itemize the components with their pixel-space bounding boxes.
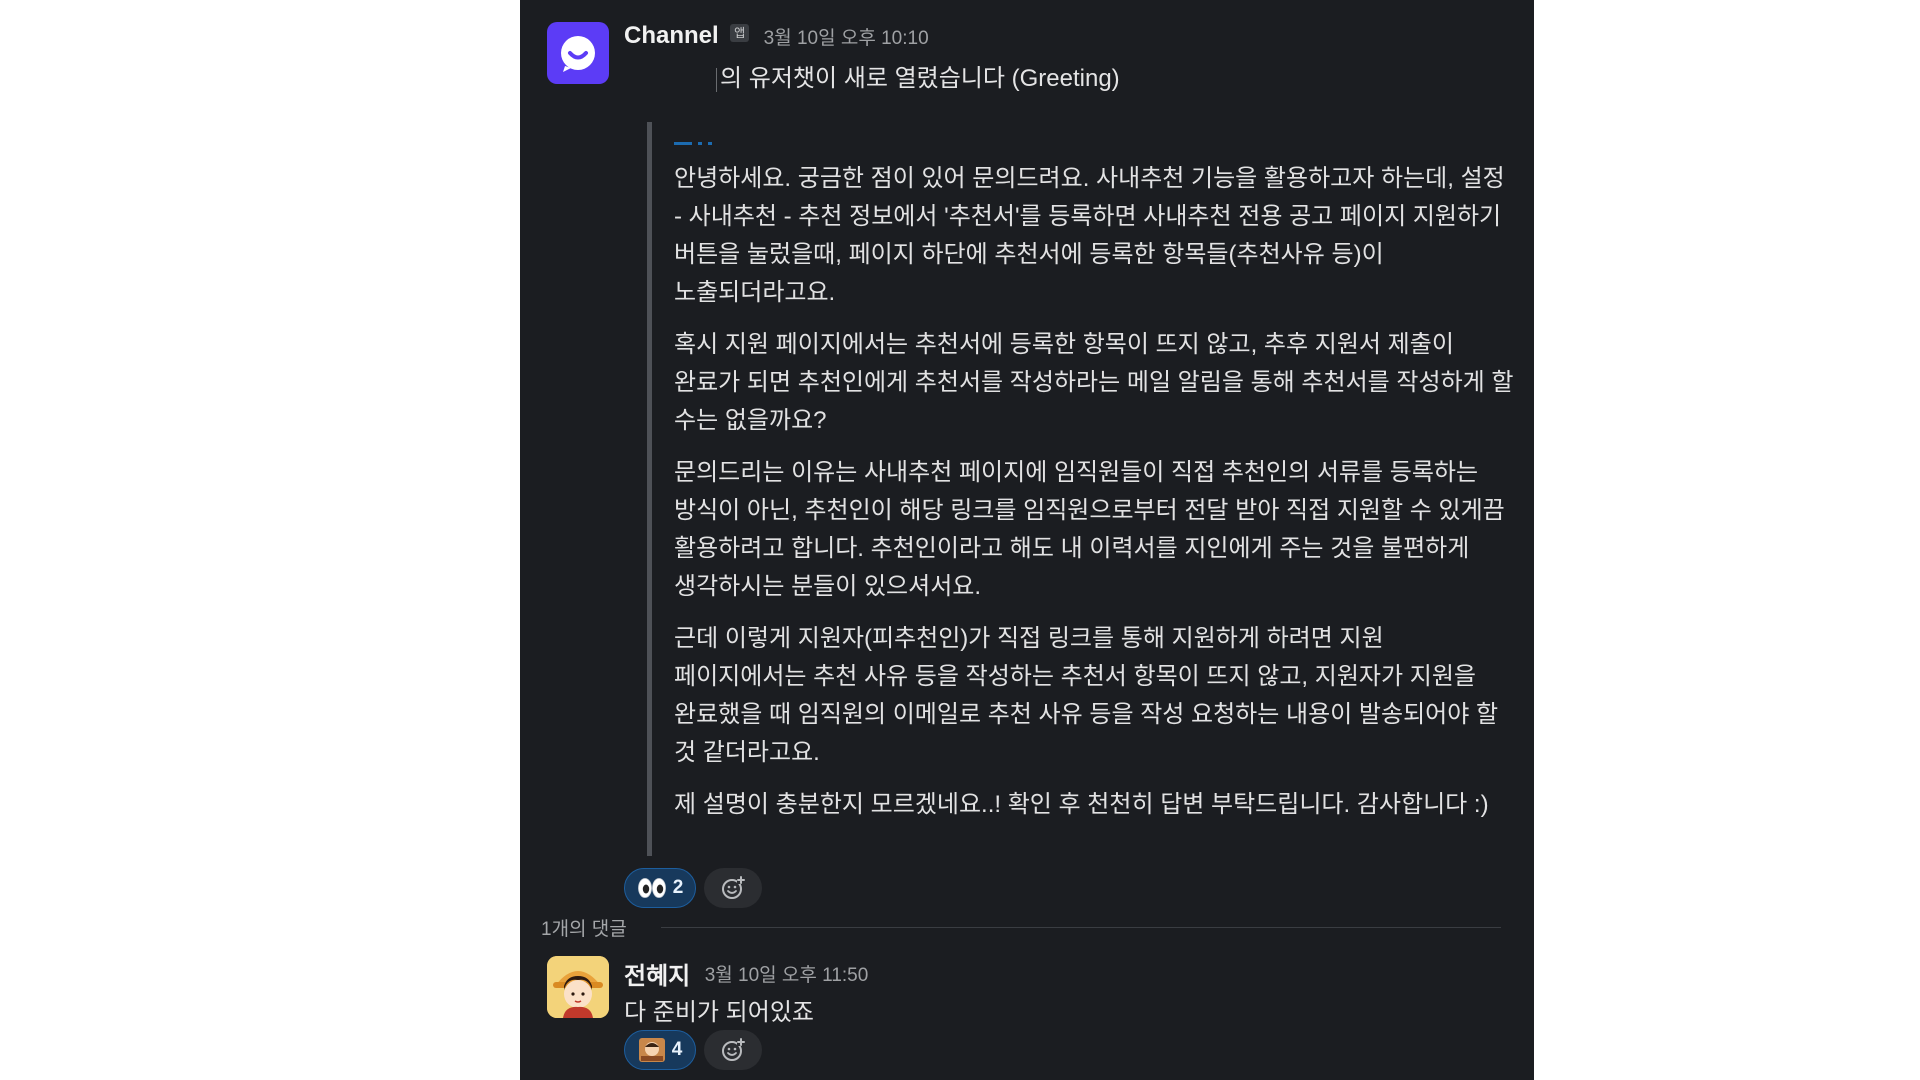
add-emoji-icon (722, 1038, 745, 1061)
channel-app-avatar[interactable] (547, 22, 609, 84)
quote-paragraph: 안녕하세요. 궁금한 점이 있어 문의드려요. 사내추천 기능을 활용하고자 하… (674, 165, 1505, 306)
user-avatar-icon (547, 956, 609, 1018)
quote-paragraph: 혹시 지원 페이지에서는 추천서에 등록한 항목이 뜨지 않고, 추후 지원서 … (674, 331, 1514, 434)
reply-text: 다 준비가 되어있죠 (624, 999, 814, 1026)
reaction-count: 2 (672, 877, 684, 898)
reply-timestamp[interactable]: 3월 10일 오후 11:50 (705, 965, 869, 986)
eyes-emoji-icon (637, 878, 666, 898)
quote-paragraph: 문의드리는 이유는 사내추천 페이지에 임직원들이 직접 추천인의 서류를 등록… (674, 459, 1505, 600)
add-reaction-button[interactable] (704, 1030, 762, 1070)
quote-paragraph: 근데 이렇게 지원자(피추천인)가 직접 링크를 통해 지원하게 하려면 지원 … (674, 625, 1499, 766)
quote-paragraph: 제 설명이 충분한지 모르겠네요..! 확인 후 천천히 답변 부탁드립니다. … (674, 791, 1489, 818)
quote-body: 안녕하세요. 궁금한 점이 있어 문의드려요. 사내추천 기능을 활용하고자 하… (674, 160, 1514, 838)
reaction-eyes[interactable]: 2 (624, 868, 696, 908)
message-reactions: 2 (624, 868, 762, 908)
custom-emoji-icon (638, 1038, 665, 1062)
thread-divider: 1개의 댓글 (541, 912, 1501, 942)
reaction-custom[interactable]: 4 (624, 1030, 696, 1070)
reply-count[interactable]: 1개의 댓글 (541, 914, 627, 941)
channel-talk-icon (561, 36, 595, 72)
quote-clipped-line (674, 142, 712, 145)
reply-reactions: 4 (624, 1030, 762, 1070)
message-reply: 전혜지 3월 10일 오후 11:50 다 준비가 되어있죠 4 (547, 956, 1507, 1076)
message-timestamp[interactable]: 3월 10일 오후 10:10 (764, 28, 929, 49)
message-first-line: 의 유저챗이 새로 열렸습니다 (Greeting) (624, 58, 1120, 93)
add-emoji-icon (722, 876, 745, 899)
reaction-count: 4 (671, 1039, 683, 1060)
message-header: Channel 앱 3월 10일 오후 10:10 (624, 22, 929, 50)
text-cursor (716, 67, 717, 92)
divider-line (661, 927, 1501, 928)
sender-name[interactable]: Channel (624, 22, 719, 49)
message-first-line-text: 의 유저챗이 새로 열렸습니다 (Greeting) (720, 65, 1120, 92)
message-channel: Channel 앱 3월 10일 오후 10:10 의 유저챗이 새로 열렸습니… (547, 22, 1513, 908)
message-quote-block: 안녕하세요. 궁금한 점이 있어 문의드려요. 사내추천 기능을 활용하고자 하… (647, 122, 1514, 856)
reply-sender-name[interactable]: 전혜지 (624, 963, 690, 990)
message-panel: Channel 앱 3월 10일 오후 10:10 의 유저챗이 새로 열렸습니… (520, 0, 1534, 1080)
reply-avatar[interactable] (547, 956, 609, 1018)
app-badge: 앱 (730, 24, 750, 42)
add-reaction-button[interactable] (704, 868, 762, 908)
reply-header: 전혜지 3월 10일 오후 11:50 (624, 956, 868, 991)
